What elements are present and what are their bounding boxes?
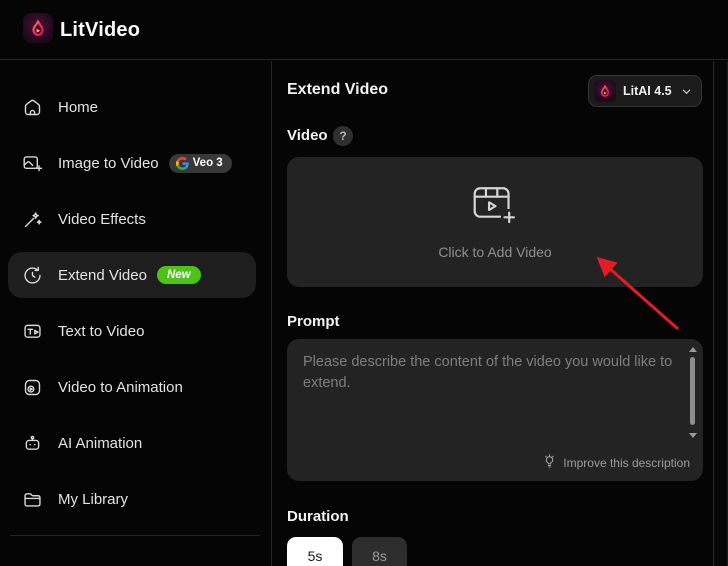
lightbulb-icon: [542, 454, 557, 472]
sidebar-item-image-to-video[interactable]: Image to Video Veo 3: [8, 140, 256, 186]
chevron-down-icon: [681, 86, 692, 97]
new-badge: New: [157, 266, 201, 284]
sidebar-item-ai-animation[interactable]: AI Animation: [8, 420, 256, 466]
sidebar-item-label: Video Effects: [58, 211, 146, 228]
google-g-icon: [176, 157, 189, 170]
video-effects-icon: [22, 209, 43, 230]
sidebar-item-label: Video to Animation: [58, 379, 183, 396]
page-title: Extend Video: [287, 81, 388, 99]
prompt-box: Improve this description: [287, 339, 703, 481]
veo3-badge: Veo 3: [169, 154, 232, 173]
sidebar-item-label: Text to Video: [58, 323, 144, 340]
extend-video-icon: [22, 265, 43, 286]
sidebar-item-label: AI Animation: [58, 435, 142, 452]
sidebar-item-label: Extend Video: [58, 267, 147, 284]
duration-section-label: Duration: [287, 508, 349, 525]
veo3-badge-label: Veo 3: [193, 157, 223, 169]
sidebar-item-label: Home: [58, 99, 98, 116]
sidebar-item-video-effects[interactable]: Video Effects: [8, 196, 256, 242]
new-badge-label: New: [167, 269, 191, 281]
sidebar-item-home[interactable]: Home: [8, 84, 256, 130]
sidebar-item-label: Image to Video: [58, 155, 159, 172]
video-add-icon: [472, 184, 518, 230]
model-selector-label: LitAI 4.5: [623, 84, 672, 98]
app-title: LitVideo: [60, 0, 140, 60]
duration-option-8s[interactable]: 8s: [352, 537, 407, 566]
my-library-icon: [22, 489, 43, 510]
model-selector-button[interactable]: LitAI 4.5: [588, 75, 702, 107]
page-scrollbar[interactable]: [713, 61, 728, 566]
video-section-label: Video: [287, 127, 328, 144]
video-to-animation-icon: [22, 377, 43, 398]
litvideo-logo-icon[interactable]: [23, 13, 53, 43]
add-video-dropzone[interactable]: Click to Add Video: [287, 157, 703, 287]
app-window: LitVideo Home Image to Video Veo 3: [0, 0, 728, 566]
sidebar: Home Image to Video Veo 3 Video Effe: [0, 61, 272, 566]
sidebar-divider: [10, 535, 260, 536]
text-to-video-icon: [22, 321, 43, 342]
ai-animation-icon: [22, 433, 43, 454]
home-icon: [22, 97, 43, 118]
sidebar-item-extend-video[interactable]: Extend Video New: [8, 252, 256, 298]
sidebar-item-label: My Library: [58, 491, 128, 508]
improve-description-button[interactable]: Improve this description: [542, 454, 690, 472]
topbar: LitVideo: [0, 0, 728, 60]
prompt-section-label: Prompt: [287, 313, 340, 330]
image-to-video-icon: [22, 153, 43, 174]
duration-option-5s[interactable]: 5s: [287, 537, 343, 566]
sidebar-item-video-to-animation[interactable]: Video to Animation: [8, 364, 256, 410]
video-help-icon[interactable]: ?: [333, 126, 353, 146]
sidebar-item-text-to-video[interactable]: Text to Video: [8, 308, 256, 354]
litai-logo-icon: [594, 80, 616, 102]
sidebar-item-my-library[interactable]: My Library: [8, 476, 256, 522]
upload-hint-text: Click to Add Video: [438, 244, 551, 260]
improve-description-label: Improve this description: [563, 456, 690, 470]
